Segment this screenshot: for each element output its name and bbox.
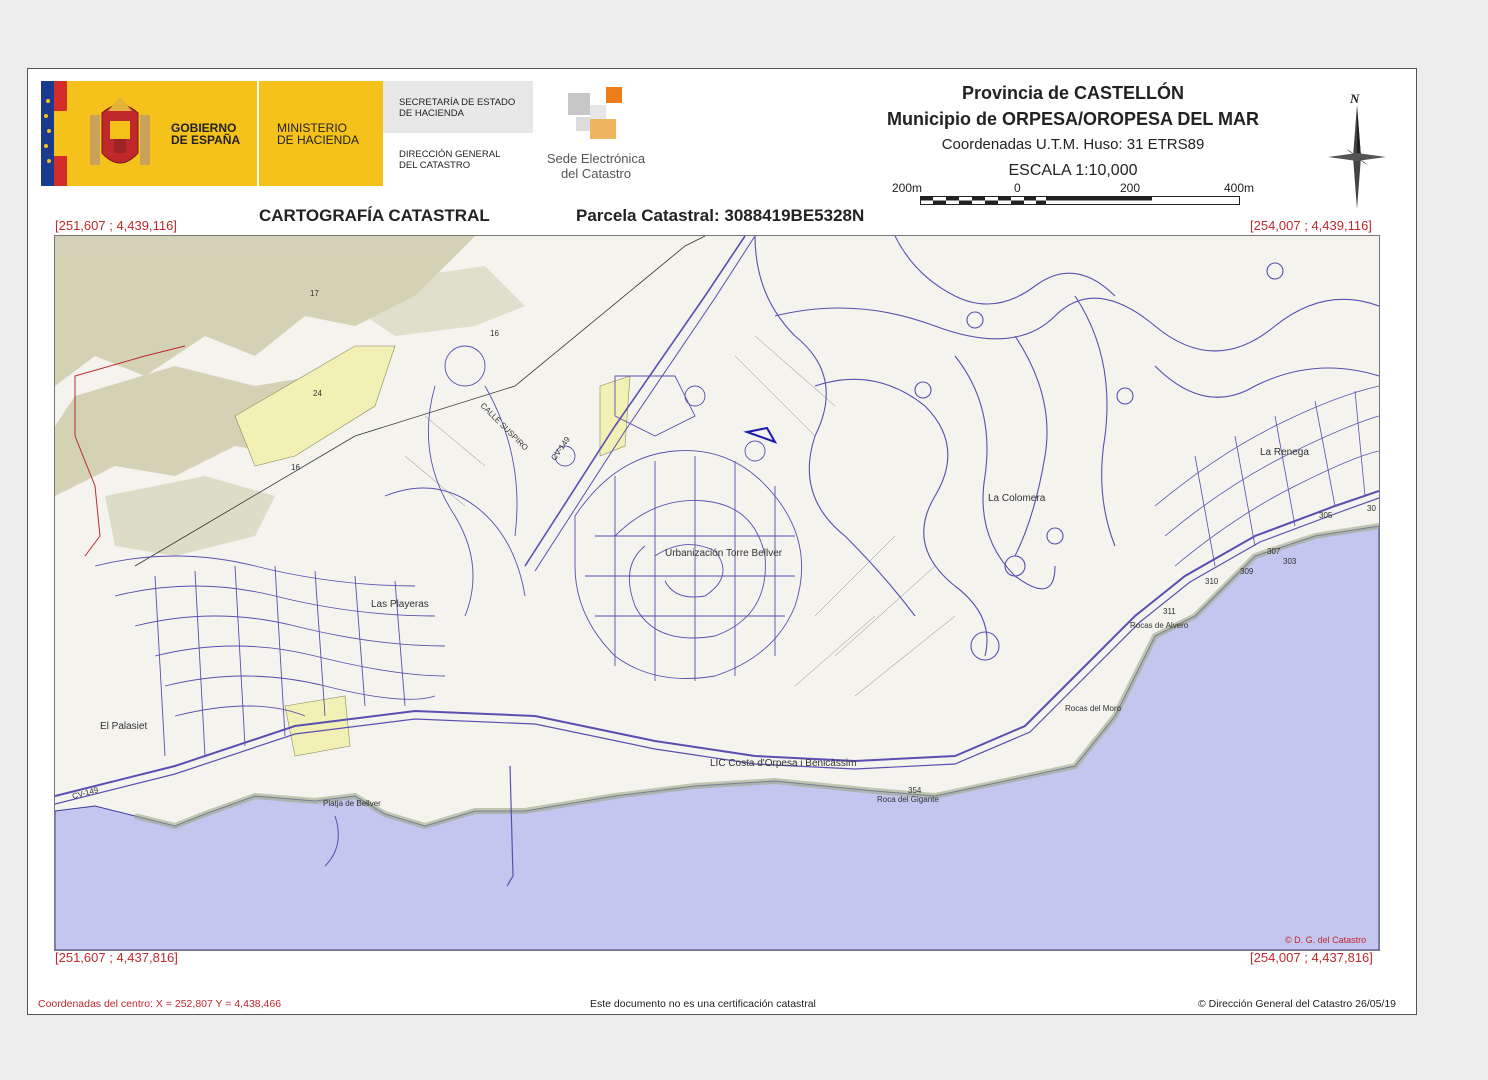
corner-top-right: [254,007 ; 4,439,116] bbox=[1250, 218, 1372, 233]
label-305: 305 bbox=[1319, 511, 1333, 520]
place-la-colomera: La Colomera bbox=[988, 493, 1046, 504]
cadastral-sheet: GOBIERNO DE ESPAÑA MINISTERIO DE HACIEND… bbox=[27, 68, 1417, 1015]
place-rocas-de-alvero: Rocas de Alvero bbox=[1130, 621, 1189, 630]
scale-bar bbox=[920, 196, 1240, 205]
corner-bottom-left: [251,607 ; 4,437,816] bbox=[55, 950, 178, 965]
footer-copyright: © Dirección General del Catastro 26/05/1… bbox=[1198, 998, 1397, 1010]
place-platja-de-bellver: Platja de Bellver bbox=[323, 799, 381, 808]
label-30: 30 bbox=[1367, 504, 1376, 513]
direccion-line2: DEL CATASTRO bbox=[399, 160, 471, 171]
scale-tick-200m-left: 200m bbox=[892, 181, 923, 195]
north-arrow-icon bbox=[1328, 105, 1386, 209]
secretaria-line2: DE HACIENDA bbox=[399, 108, 464, 119]
spain-flag-icon bbox=[41, 81, 67, 186]
sede-line2: del Catastro bbox=[560, 166, 632, 181]
coat-of-arms-icon bbox=[90, 97, 150, 165]
place-rocas-del-moro: Rocas del Moro bbox=[1065, 704, 1122, 713]
place-roca-del-gigante: Roca del Gigante bbox=[877, 795, 939, 804]
label-17: 17 bbox=[310, 289, 319, 298]
footer-disclaimer: Este documento no es una certificación c… bbox=[590, 998, 816, 1010]
map-watermark: © D. G. del Catastro bbox=[1285, 935, 1366, 945]
sede-line1: Sede Electrónica bbox=[546, 151, 646, 166]
scale-tick-0: 0 bbox=[1014, 181, 1021, 195]
place-el-palasiet: El Palasiet bbox=[100, 721, 147, 732]
scale-tick-200: 200 bbox=[1120, 181, 1141, 195]
sede-catastro-logo-icon bbox=[568, 87, 622, 139]
label-310: 310 bbox=[1205, 577, 1219, 586]
cartografia-title: CARTOGRAFÍA CATASTRAL bbox=[259, 206, 490, 225]
corner-bottom-right: [254,007 ; 4,437,816] bbox=[1250, 950, 1373, 965]
provincia-title: Provincia de CASTELLÓN bbox=[961, 83, 1185, 103]
coordinate-system: Coordenadas U.T.M. Huso: 31 ETRS89 bbox=[941, 136, 1205, 153]
map-canvas: Las Playeras El Palasiet La Colomera La … bbox=[55, 236, 1379, 950]
label-16b: 16 bbox=[291, 463, 300, 472]
cadastral-map[interactable]: Las Playeras El Palasiet La Colomera La … bbox=[54, 235, 1380, 951]
footer-center-coordinates: Coordenadas del centro: X = 252,807 Y = … bbox=[38, 998, 282, 1010]
place-la-renega: La Renega bbox=[1260, 447, 1309, 458]
label-303: 303 bbox=[1283, 557, 1297, 566]
logo-divider bbox=[257, 81, 259, 186]
municipio-title: Municipio de ORPESA/OROPESA DEL MAR bbox=[886, 109, 1260, 129]
label-16a: 16 bbox=[490, 329, 499, 338]
scale-label: ESCALA 1:10,000 bbox=[1008, 162, 1138, 179]
gobierno-line2: DE ESPAÑA bbox=[171, 133, 241, 147]
place-las-playeras: Las Playeras bbox=[371, 599, 429, 610]
parcela-title: Parcela Catastral: 3088419BE5328N bbox=[576, 206, 865, 225]
corner-top-left: [251,607 ; 4,439,116] bbox=[55, 218, 177, 233]
place-lic-costa: LIC Costa d'Orpesa i Benicàssim bbox=[710, 758, 856, 769]
ministerio-line2: DE HACIENDA bbox=[277, 133, 360, 147]
place-torre-bellver: Urbanización Torre Bellver bbox=[665, 548, 783, 559]
secretaria-line1: SECRETARÍA DE ESTADO bbox=[399, 97, 516, 108]
label-24: 24 bbox=[313, 389, 322, 398]
label-309: 309 bbox=[1240, 567, 1254, 576]
label-354: 354 bbox=[908, 786, 922, 795]
scale-tick-400m: 400m bbox=[1224, 181, 1255, 195]
direccion-line1: DIRECCIÓN GENERAL bbox=[399, 149, 501, 160]
label-311: 311 bbox=[1163, 607, 1176, 616]
label-307: 307 bbox=[1267, 547, 1281, 556]
